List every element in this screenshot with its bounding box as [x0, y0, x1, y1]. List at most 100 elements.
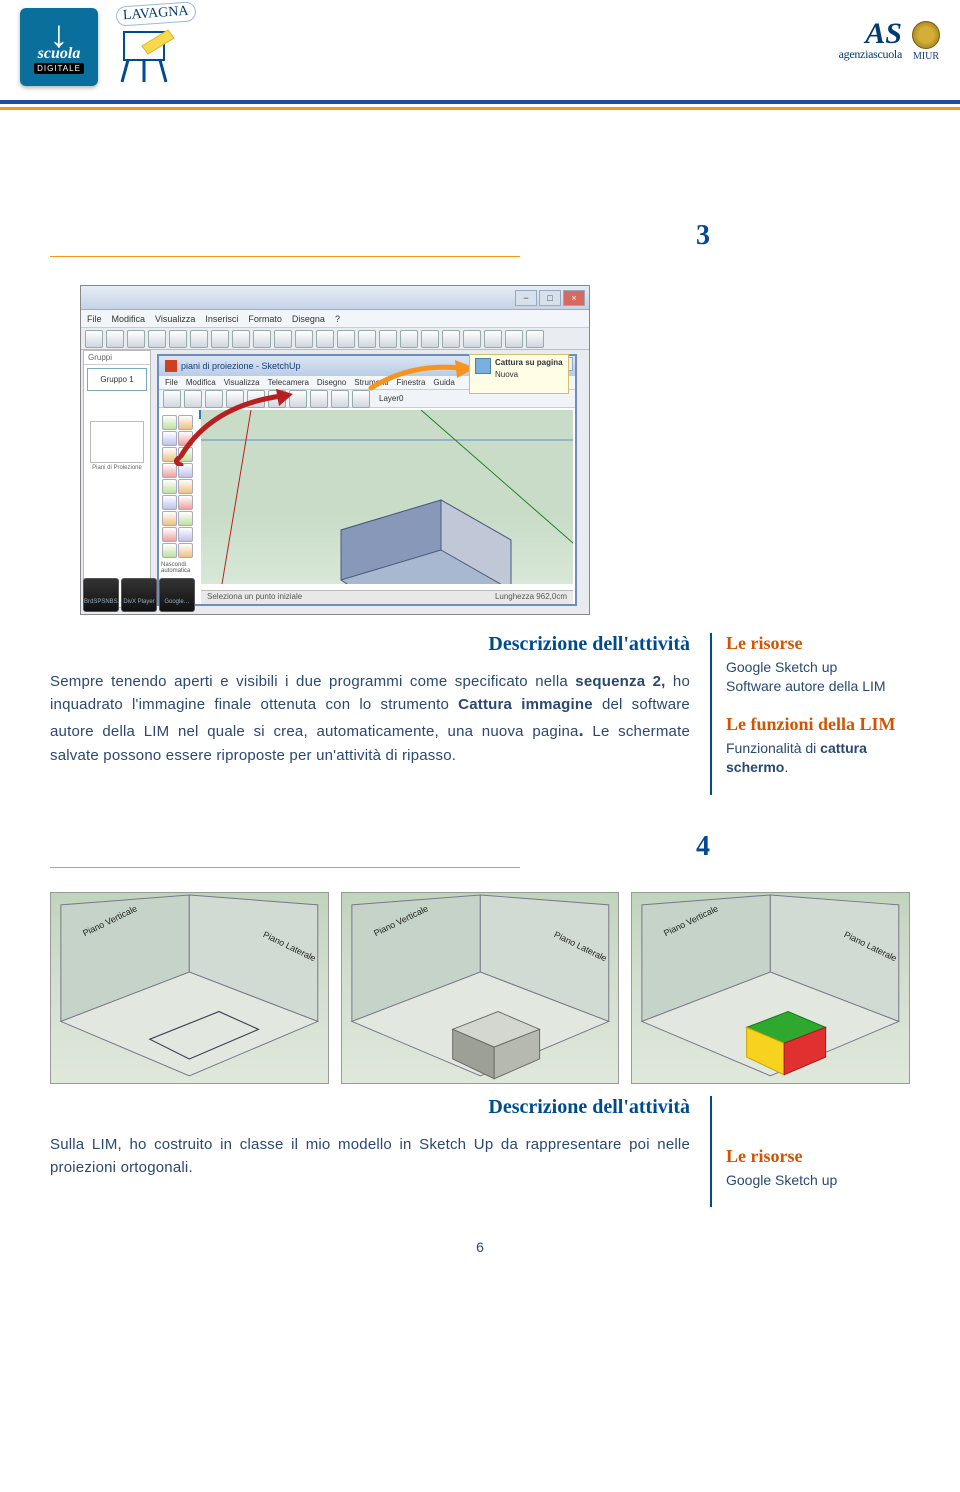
toolbar-btn[interactable] [421, 330, 439, 348]
group-item[interactable]: Gruppo 1 [87, 368, 147, 391]
group-thumb-label: Piani di Proiezione [84, 465, 150, 471]
scuola-text: scuola [38, 45, 81, 63]
palette-label: Nascondi automatica [161, 562, 195, 574]
toolbar-btn[interactable] [463, 330, 481, 348]
section-underline-3 [50, 256, 520, 257]
risorse-item-4: Google Sketch up [726, 1171, 910, 1190]
outer-menubar: File Modifica Visualizza Inserisci Forma… [81, 310, 589, 328]
header-blue-divider [0, 100, 960, 104]
close-btn[interactable]: × [563, 290, 585, 306]
scuola-box: ↓ scuola DIGITALE [20, 8, 98, 86]
tray-item[interactable]: Google… [159, 578, 195, 612]
risorse-title-4: Le risorse [726, 1146, 910, 1167]
sketchup-icon [165, 360, 177, 372]
sketchup-title-text: piani di proiezione - SketchUp [181, 361, 301, 371]
risorse-item: Software autore della LIM [726, 678, 886, 694]
toolbar-btn[interactable] [169, 330, 187, 348]
outer-toolbar [81, 328, 589, 350]
toolbar-btn[interactable] [400, 330, 418, 348]
palette-tool[interactable] [178, 495, 193, 510]
section4-right-col: Le risorse Google Sketch up [710, 1096, 910, 1208]
toolbar-btn[interactable] [190, 330, 208, 348]
menu-item[interactable]: Visualizza [155, 314, 195, 324]
screenshot-block: − □ × File Modifica Visualizza Inserisci… [80, 285, 910, 615]
risorse-list: Google Sketch up Software autore della L… [726, 658, 910, 696]
miur-emblem-icon [912, 21, 940, 49]
palette-tool[interactable] [178, 543, 193, 558]
tray-item[interactable]: DivX Player [121, 578, 157, 612]
toolbar-btn[interactable] [526, 330, 544, 348]
logo-scuola-digitale: ↓ scuola DIGITALE LAVAGNA [20, 8, 190, 96]
toolbar-btn[interactable] [274, 330, 292, 348]
tool-btn[interactable] [310, 390, 328, 408]
toolbar-btn[interactable] [85, 330, 103, 348]
page-body: 3 − □ × File Modifica Visualizza Inseris… [0, 90, 960, 1295]
tool-btn[interactable] [331, 390, 349, 408]
section-number-3: 3 [50, 220, 710, 252]
menu-item[interactable]: File [87, 314, 102, 324]
toolbar-btn[interactable] [106, 330, 124, 348]
groups-panel: Gruppi Gruppo 1 Piani di Proiezione [83, 350, 151, 608]
section3-columns: Descrizione dell'attività Sempre tenendo… [50, 633, 910, 795]
miur-text: MIUR [913, 51, 939, 62]
status-right: Lunghezza 962,0cm [495, 592, 567, 603]
toolbar-btn[interactable] [505, 330, 523, 348]
logo-right-group: AS agenziascuola MIUR [839, 20, 940, 62]
palette-tool[interactable] [178, 511, 193, 526]
toolbar-btn[interactable] [127, 330, 145, 348]
minimize-btn[interactable]: − [515, 290, 537, 306]
menu-item[interactable]: Modifica [112, 314, 146, 324]
sketchup-status-bar: Seleziona un punto iniziale Lunghezza 96… [201, 590, 573, 604]
toolbar-btn[interactable] [232, 330, 250, 348]
section-number-4: 4 [50, 831, 710, 863]
agenzia-scuola-logo: AS agenziascuola [839, 20, 902, 62]
menu-item[interactable]: ? [335, 314, 340, 324]
section-underline-4 [50, 867, 520, 868]
toolbar-btn[interactable] [211, 330, 229, 348]
palette-tool[interactable] [178, 527, 193, 542]
palette-tool[interactable] [162, 511, 177, 526]
outer-titlebar: − □ × [81, 286, 589, 310]
palette-tool[interactable] [162, 527, 177, 542]
palette-tool[interactable] [162, 479, 177, 494]
camera-icon [475, 358, 491, 374]
section3-left-col: Descrizione dell'attività Sempre tenendo… [50, 633, 690, 795]
menu-item[interactable]: Inserisci [205, 314, 238, 324]
toolbar-btn[interactable] [253, 330, 271, 348]
toolbar-btn[interactable] [316, 330, 334, 348]
palette-tool[interactable] [162, 495, 177, 510]
orange-annotation-arrow [361, 358, 481, 398]
render-1-empty-room: Piano Verticale Piano Laterale [50, 892, 329, 1084]
maximize-btn[interactable]: □ [539, 290, 561, 306]
section4-columns: Descrizione dell'attività Sulla LIM, ho … [50, 1096, 910, 1208]
tray-item[interactable]: BrdSPSNBS… [83, 578, 119, 612]
funzioni-pre: Funzionalità di [726, 740, 820, 756]
palette-tool[interactable] [178, 479, 193, 494]
toolbar-btn[interactable] [442, 330, 460, 348]
toolbar-btn[interactable] [295, 330, 313, 348]
render-2-gray-cube: Piano Verticale Piano Laterale [341, 892, 620, 1084]
page-number: 6 [50, 1239, 910, 1255]
toolbar-btn[interactable] [148, 330, 166, 348]
toolbar-btn[interactable] [379, 330, 397, 348]
risorse-title: Le risorse [726, 633, 910, 654]
menu-item[interactable]: Disegno [317, 378, 346, 387]
toolbar-btn[interactable] [484, 330, 502, 348]
description-title-4: Descrizione dell'attività [50, 1096, 690, 1119]
funzioni-text: Funzionalità di cattura schermo. [726, 739, 910, 777]
three-renders-row: Piano Verticale Piano Laterale Piano Ver… [50, 892, 910, 1084]
outer-app-window: − □ × File Modifica Visualizza Inserisci… [80, 285, 590, 615]
palette-tool[interactable] [162, 543, 177, 558]
menu-item[interactable]: Formato [248, 314, 282, 324]
red-annotation-arrow [171, 386, 301, 466]
para-bold: Cattura immagine [458, 696, 593, 713]
toolbar-btn[interactable] [337, 330, 355, 348]
header-orange-divider [0, 107, 960, 110]
taskbar-tray: BrdSPSNBS… DivX Player Google… [83, 578, 195, 612]
down-arrow-icon: ↓ [50, 20, 69, 45]
description-title: Descrizione dell'attività [50, 633, 690, 656]
capture-sub: Nuova [495, 370, 518, 379]
toolbar-btn[interactable] [358, 330, 376, 348]
funzioni-title: Le funzioni della LIM [726, 714, 910, 735]
menu-item[interactable]: Disegna [292, 314, 325, 324]
